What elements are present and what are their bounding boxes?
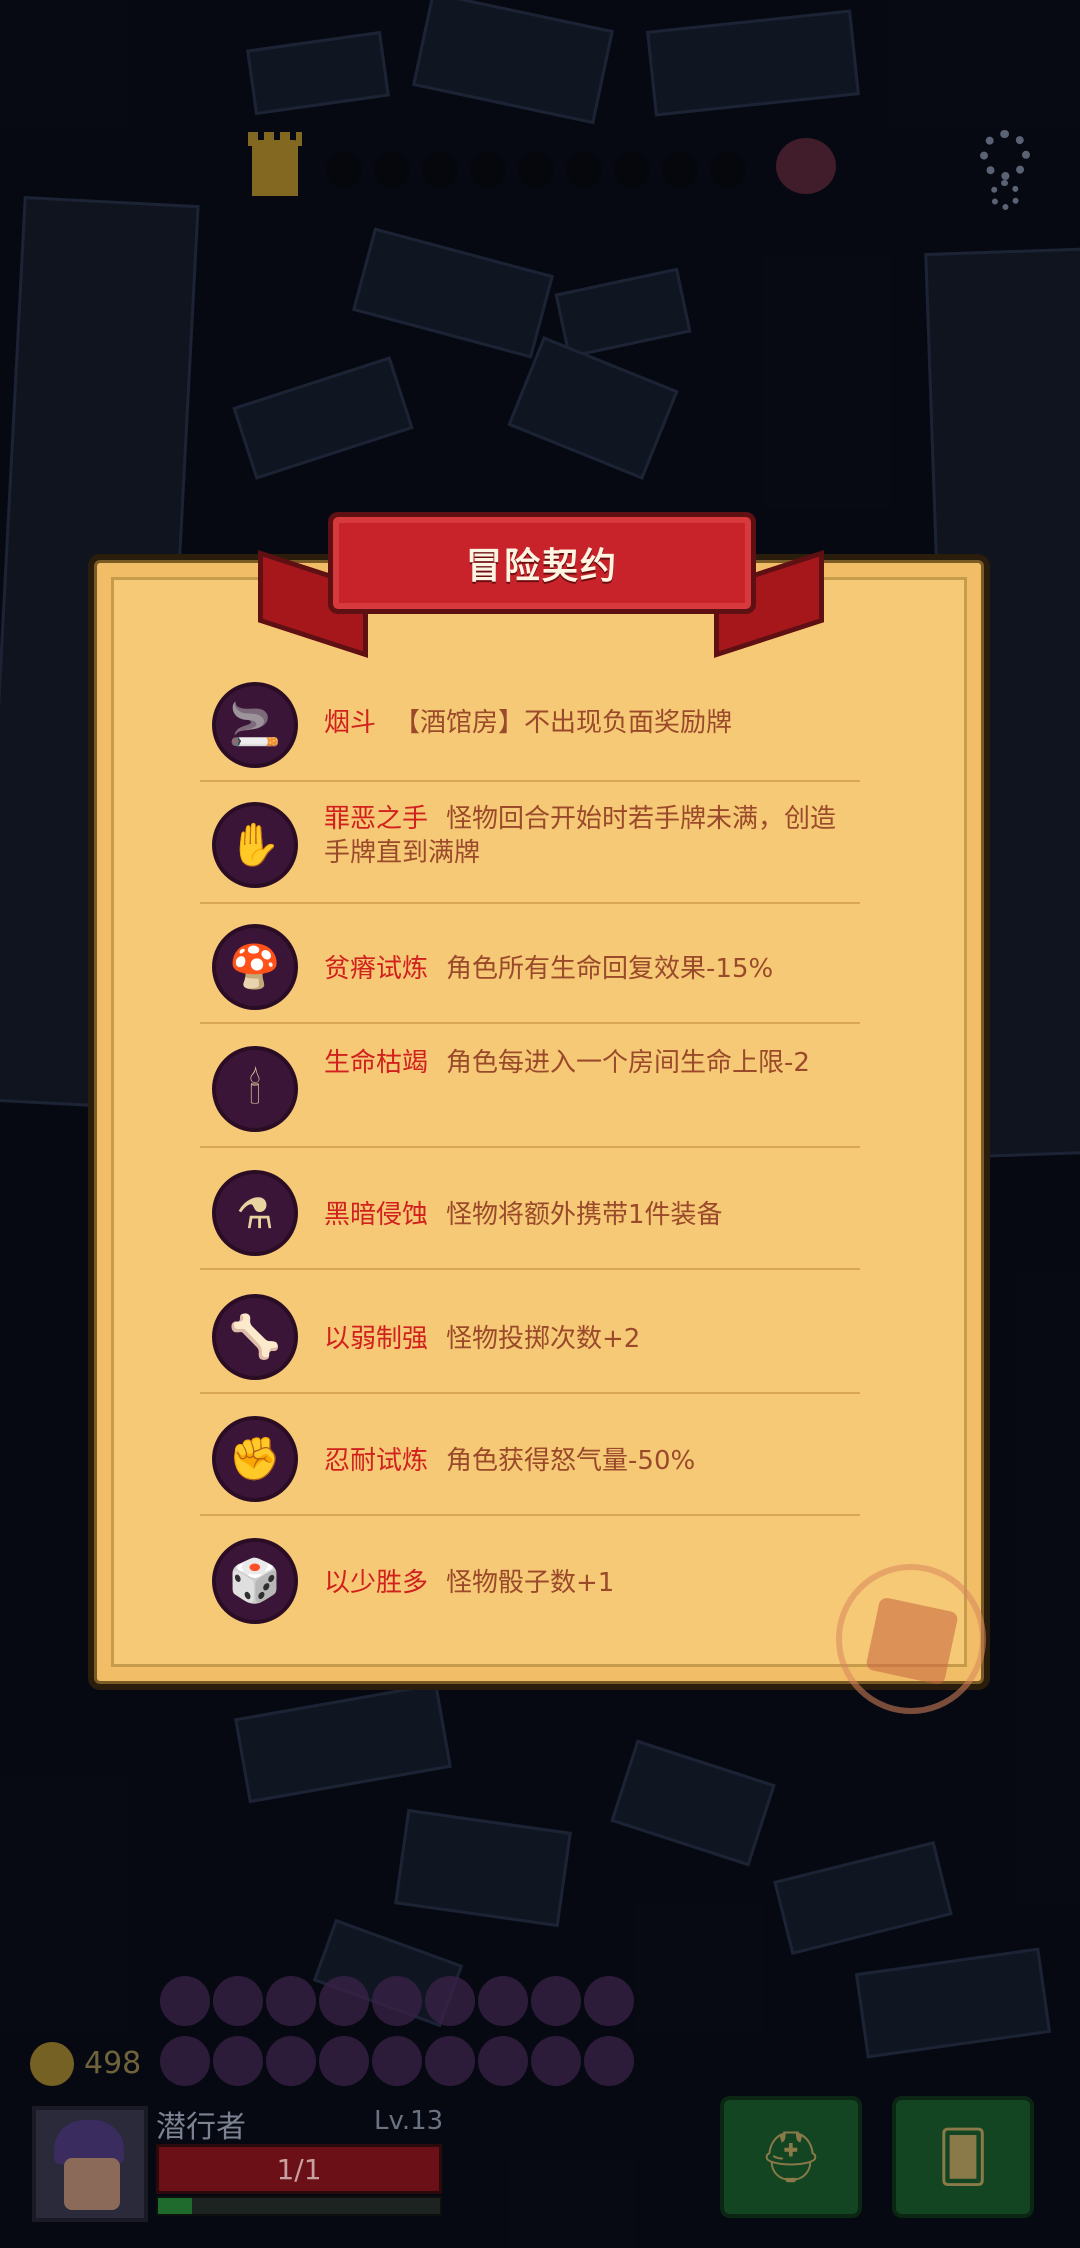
xp-bar [156, 2196, 442, 2216]
equipment-button[interactable]: ⛑ [720, 2096, 862, 2218]
hero-name: 潜行者 [156, 2110, 246, 2145]
evil-hand-icon: ✋ [212, 802, 298, 888]
title-banner: 冒险契约 [328, 512, 756, 614]
relic-icon[interactable] [531, 2036, 581, 2086]
progress-dot [566, 152, 602, 188]
contract-name: 生命枯竭 [324, 1048, 429, 1078]
progress-dot [470, 152, 506, 188]
gold-coin-icon [30, 2042, 74, 2086]
progress-dot [326, 152, 362, 188]
fist-shield-icon: ✊ [212, 1416, 298, 1502]
candle-icon: 🕯 [212, 1046, 298, 1132]
relic-row-bottom [160, 2036, 680, 2096]
relic-icon[interactable] [319, 1976, 369, 2026]
relic-icon[interactable] [372, 2036, 422, 2086]
hp-text: 1/1 [276, 2152, 322, 2186]
deck-button[interactable]: 🂠 [892, 2096, 1034, 2218]
dice-icon: 🎲 [212, 1538, 298, 1624]
relic-icon[interactable] [584, 2036, 634, 2086]
relic-icon[interactable] [425, 2036, 475, 2086]
progress-dot [374, 152, 410, 188]
contract-name: 以弱制强 [324, 1324, 429, 1354]
relic-icon[interactable] [213, 1976, 263, 2026]
contract-desc: 角色所有生命回复效果-15% [446, 954, 774, 984]
contract-desc: 怪物骰子数+1 [446, 1568, 615, 1598]
progress-dot [662, 152, 698, 188]
progress-dot [614, 152, 650, 188]
gold-count: 498 [84, 2046, 142, 2081]
progress-dot [422, 152, 458, 188]
cards-icon: 🂠 [937, 2128, 989, 2186]
contract-name: 烟斗 [324, 708, 377, 738]
gear-icon[interactable] [980, 130, 1030, 180]
relic-icon[interactable] [266, 1976, 316, 2026]
contract-item[interactable]: ✊ 忍耐试炼 角色获得怒气量-50% [200, 1414, 860, 1516]
bone-icon: 🦴 [212, 1294, 298, 1380]
relic-icon[interactable] [213, 2036, 263, 2086]
relic-icon[interactable] [531, 1976, 581, 2026]
relic-icon[interactable] [584, 1976, 634, 2026]
contract-desc: 【酒馆房】不出现负面奖励牌 [394, 708, 733, 738]
contract-name: 以少胜多 [324, 1568, 429, 1598]
potion-icon: ⚗ [212, 1170, 298, 1256]
contract-item[interactable]: 🦴 以弱制强 怪物投掷次数+2 [200, 1292, 860, 1394]
contract-desc: 角色每进入一个房间生命上限-2 [446, 1048, 810, 1078]
tower-icon [248, 132, 302, 196]
relic-icon[interactable] [160, 2036, 210, 2086]
relic-icon[interactable] [478, 1976, 528, 2026]
contract-item[interactable]: 🍄 贫瘠试炼 角色所有生命回复效果-15% [200, 922, 860, 1024]
xp-fill [158, 2198, 192, 2214]
contract-name: 罪恶之手 [324, 804, 429, 834]
avatar-face [64, 2158, 120, 2210]
contract-name: 贫瘠试炼 [324, 954, 429, 984]
hp-bar: 1/1 [156, 2144, 442, 2194]
relic-icon[interactable] [266, 2036, 316, 2086]
wax-stamp [836, 1564, 986, 1714]
contract-desc: 角色获得怒气量-50% [446, 1446, 696, 1476]
top-bar [0, 120, 1080, 220]
contract-list[interactable]: 🚬 烟斗 【酒馆房】不出现负面奖励牌 ✋ 罪恶之手 怪物回合开始时若手牌未满，创造手… [200, 668, 880, 1628]
gear-small-icon [990, 180, 1020, 210]
contract-item[interactable]: 🚬 烟斗 【酒馆房】不出现负面奖励牌 [200, 668, 860, 782]
relic-icon[interactable] [372, 1976, 422, 2026]
avatar[interactable] [32, 2106, 148, 2222]
relic-row-top [160, 1976, 680, 2036]
contract-item[interactable]: 🕯 生命枯竭 角色每进入一个房间生命上限-2 [200, 1046, 860, 1148]
winged-helmet-icon: ⛑ [759, 2127, 823, 2186]
contract-desc: 怪物投掷次数+2 [446, 1324, 641, 1354]
panel-title: 冒险契约 [465, 546, 618, 587]
progress-dot [518, 152, 554, 188]
mushroom-icon: 🍄 [212, 924, 298, 1010]
relic-icon[interactable] [160, 1976, 210, 2026]
hero-level: Lv.13 [374, 2106, 444, 2136]
contract-item[interactable]: ✋ 罪恶之手 怪物回合开始时若手牌未满，创造手牌直到满牌 [200, 802, 860, 904]
pipe-icon: 🚬 [212, 682, 298, 768]
contract-item[interactable]: ⚗ 黑暗侵蚀 怪物将额外携带1件装备 [200, 1168, 860, 1270]
horned-skull-icon [776, 138, 836, 194]
contract-desc: 怪物将额外携带1件装备 [446, 1200, 723, 1230]
contract-name: 黑暗侵蚀 [324, 1200, 429, 1230]
relic-icon[interactable] [425, 1976, 475, 2026]
relic-icon[interactable] [319, 2036, 369, 2086]
progress-dot [710, 152, 746, 188]
contract-name: 忍耐试炼 [324, 1446, 429, 1476]
contract-item[interactable]: 🎲 以少胜多 怪物骰子数+1 [200, 1536, 860, 1628]
relic-icon[interactable] [478, 2036, 528, 2086]
